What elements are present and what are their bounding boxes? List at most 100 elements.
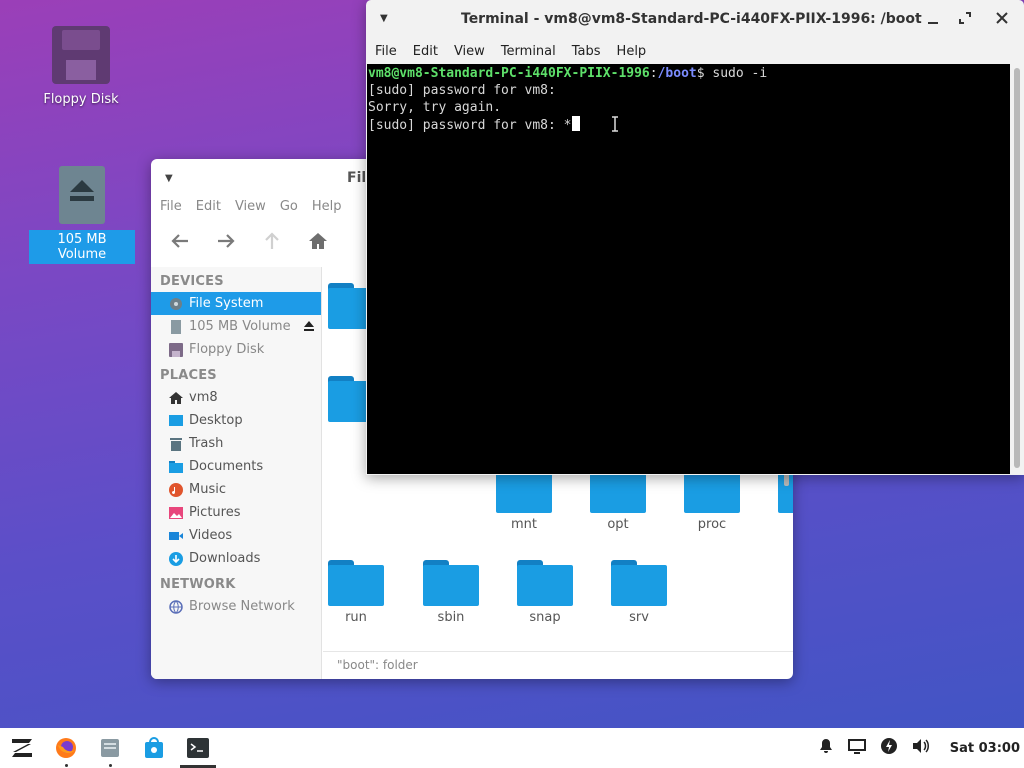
folder-label: snap [529, 610, 561, 625]
music-icon [169, 482, 183, 497]
pictures-icon [169, 506, 183, 520]
sidebar-section-devices: DEVICES [160, 274, 224, 289]
folder-item[interactable]: mnt [484, 467, 564, 532]
back-button[interactable] [167, 228, 193, 254]
terminal-line-prompt: vm8@vm8-Standard-PC-i440FX-PIIX-1996:/bo… [368, 65, 1010, 82]
desktop-icon [169, 414, 183, 428]
forward-arrow-icon [218, 234, 235, 248]
terminal-titlebar[interactable]: ▼ Terminal - vm8@vm8-Standard-PC-i440FX-… [366, 0, 1024, 38]
folder-item[interactable]: run [316, 560, 396, 625]
sidebar-item-pictures[interactable]: Pictures [151, 501, 321, 524]
sidebar-item-file-system[interactable]: File System [151, 292, 321, 315]
sidebar-item-browse-network[interactable]: Browse Network [151, 595, 321, 618]
harddisk-icon [169, 297, 183, 311]
files-button[interactable] [88, 728, 132, 768]
sidebar-item-trash[interactable]: Trash [151, 432, 321, 455]
sidebar-item-floppy-disk[interactable]: Floppy Disk [151, 338, 321, 361]
folder-label: proc [697, 517, 727, 532]
folder-icon [611, 560, 667, 606]
software-store-button[interactable] [132, 728, 176, 768]
volume-icon[interactable] [912, 738, 930, 758]
back-arrow-icon [171, 234, 188, 248]
sidebar-item-label: File System [189, 296, 264, 311]
window-menu-icon[interactable]: ▼ [165, 173, 173, 184]
running-indicator [108, 764, 112, 767]
zorin-menu-button[interactable] [0, 728, 44, 768]
clock[interactable]: Sat 03:00 [950, 741, 1020, 756]
status-bar: "boot": folder [323, 651, 793, 679]
prompt-user: vm8@vm8-Standard-PC-i440FX-PIIX-1996 [368, 66, 650, 81]
menu-terminal[interactable]: Terminal [501, 44, 556, 59]
minimize-icon[interactable] [925, 10, 941, 26]
sidebar-item-label: Downloads [189, 551, 261, 566]
close-icon[interactable] [994, 10, 1010, 26]
sidebar-item-label: Pictures [189, 505, 241, 520]
up-arrow-icon [265, 232, 279, 249]
menu-help[interactable]: Help [617, 44, 647, 59]
folder-label: run [345, 610, 367, 625]
sidebar-section-places: PLACES [160, 368, 217, 383]
folder-item[interactable]: srv [599, 560, 679, 625]
terminal-menubar: File Edit View Terminal Tabs Help [366, 38, 1024, 64]
menu-file[interactable]: File [160, 199, 190, 221]
command-text: sudo -i [712, 66, 768, 81]
menu-view[interactable]: View [454, 44, 485, 59]
folder-label: mnt [511, 517, 537, 532]
sidebar-item-label: Floppy Disk [189, 342, 265, 357]
prompt-path: /boot [657, 66, 697, 81]
scrollbar-thumb[interactable] [1014, 68, 1020, 468]
terminal-taskbar-button[interactable] [176, 728, 220, 768]
display-icon[interactable] [847, 738, 866, 758]
network-globe-icon [169, 599, 183, 614]
menu-tabs[interactable]: Tabs [572, 44, 601, 59]
sidebar-item-videos[interactable]: Videos [151, 524, 321, 547]
power-icon[interactable] [880, 737, 898, 759]
menu-edit[interactable]: Edit [196, 199, 229, 221]
folder-item[interactable]: proc [672, 467, 752, 532]
sidebar-item-music[interactable]: Music [151, 478, 321, 501]
folder-item[interactable]: opt [578, 467, 658, 532]
firefox-button[interactable] [44, 728, 88, 768]
trash-icon [169, 437, 183, 451]
desktop-icon-floppy-disk[interactable]: Floppy Disk [28, 26, 134, 109]
notifications-bell-icon[interactable] [818, 738, 834, 758]
sidebar: DEVICES File System 105 MB Volume Floppy… [151, 267, 322, 679]
folder-icon [517, 560, 573, 606]
window-title: Terminal - vm8@vm8-Standard-PC-i440FX-PI… [461, 11, 922, 27]
eject-icon[interactable] [303, 320, 315, 336]
folder-item[interactable]: sbin [411, 560, 491, 625]
menu-go[interactable]: Go [280, 199, 306, 221]
menu-edit[interactable]: Edit [413, 44, 438, 59]
sidebar-item-downloads[interactable]: Downloads [151, 547, 321, 570]
floppy-disk-icon [52, 26, 110, 84]
zorin-menu-icon [12, 739, 32, 757]
sidebar-item-vm8[interactable]: vm8 [151, 386, 321, 409]
sidebar-item-documents[interactable]: Documents [151, 455, 321, 478]
taskbar: Sat 03:00 [0, 728, 1024, 768]
drive-icon [169, 319, 183, 334]
up-button[interactable] [259, 228, 285, 254]
home-button[interactable] [305, 228, 331, 254]
removable-drive-icon [59, 166, 105, 224]
window-menu-icon[interactable]: ▼ [380, 13, 388, 24]
forward-button[interactable] [213, 228, 239, 254]
menu-help[interactable]: Help [312, 199, 350, 221]
sidebar-item-label: vm8 [189, 390, 218, 405]
maximize-icon[interactable] [957, 10, 973, 26]
sidebar-item-label: Desktop [189, 413, 243, 428]
folder-icon [423, 560, 479, 606]
sidebar-item-label: Music [189, 482, 226, 497]
text-cursor [571, 116, 580, 131]
desktop-icon-105mb-volume[interactable]: 105 MB Volume [29, 166, 135, 264]
sidebar-item-desktop[interactable]: Desktop [151, 409, 321, 432]
documents-folder-icon [169, 460, 183, 474]
videos-icon [169, 529, 183, 543]
sidebar-item-label: Videos [189, 528, 233, 543]
folder-item[interactable]: snap [505, 560, 585, 625]
terminal-scrollbar[interactable] [1012, 64, 1022, 474]
menu-file[interactable]: File [375, 44, 397, 59]
menu-view[interactable]: View [235, 199, 274, 221]
sidebar-item-105mb-volume[interactable]: 105 MB Volume [151, 315, 321, 338]
terminal-icon [187, 738, 209, 758]
terminal-screen[interactable]: vm8@vm8-Standard-PC-i440FX-PIIX-1996:/bo… [367, 64, 1010, 474]
